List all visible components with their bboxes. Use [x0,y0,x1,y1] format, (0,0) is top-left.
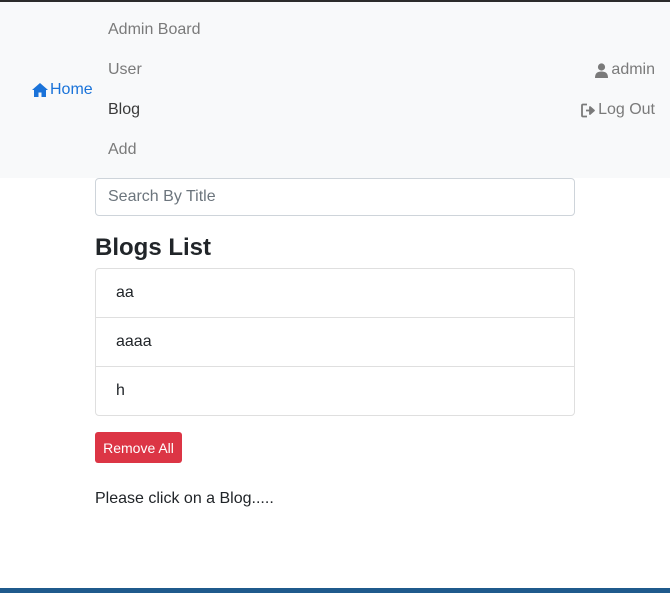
blog-list-item[interactable]: aaaa [96,318,574,367]
logout-link[interactable]: Log Out [581,101,655,119]
taskbar-strip [0,588,670,593]
blogs-list: aa aaaa h [95,268,575,416]
blogs-list-heading: Blogs List [95,234,212,261]
sign-out-icon [581,103,595,117]
home-label: Home [50,81,93,98]
nav-link-admin-board[interactable]: Admin Board [108,21,201,39]
select-blog-message: Please click on a Blog..... [95,490,274,507]
blog-list-item[interactable]: aa [96,269,574,318]
user-label: admin [611,61,655,78]
user-profile-link[interactable]: admin [594,61,655,79]
blog-list-item[interactable]: h [96,367,574,415]
nav-link-blog[interactable]: Blog [108,101,140,119]
search-input[interactable] [95,178,575,216]
home-link[interactable]: Home [31,81,93,99]
nav-link-add[interactable]: Add [108,141,136,159]
home-icon [32,83,48,97]
navbar: Home Admin Board User Blog Add admin Log… [0,2,670,178]
nav-link-user[interactable]: User [108,61,142,79]
remove-all-button[interactable]: Remove All [95,432,182,463]
logout-label: Log Out [598,101,655,118]
user-icon [595,62,609,78]
